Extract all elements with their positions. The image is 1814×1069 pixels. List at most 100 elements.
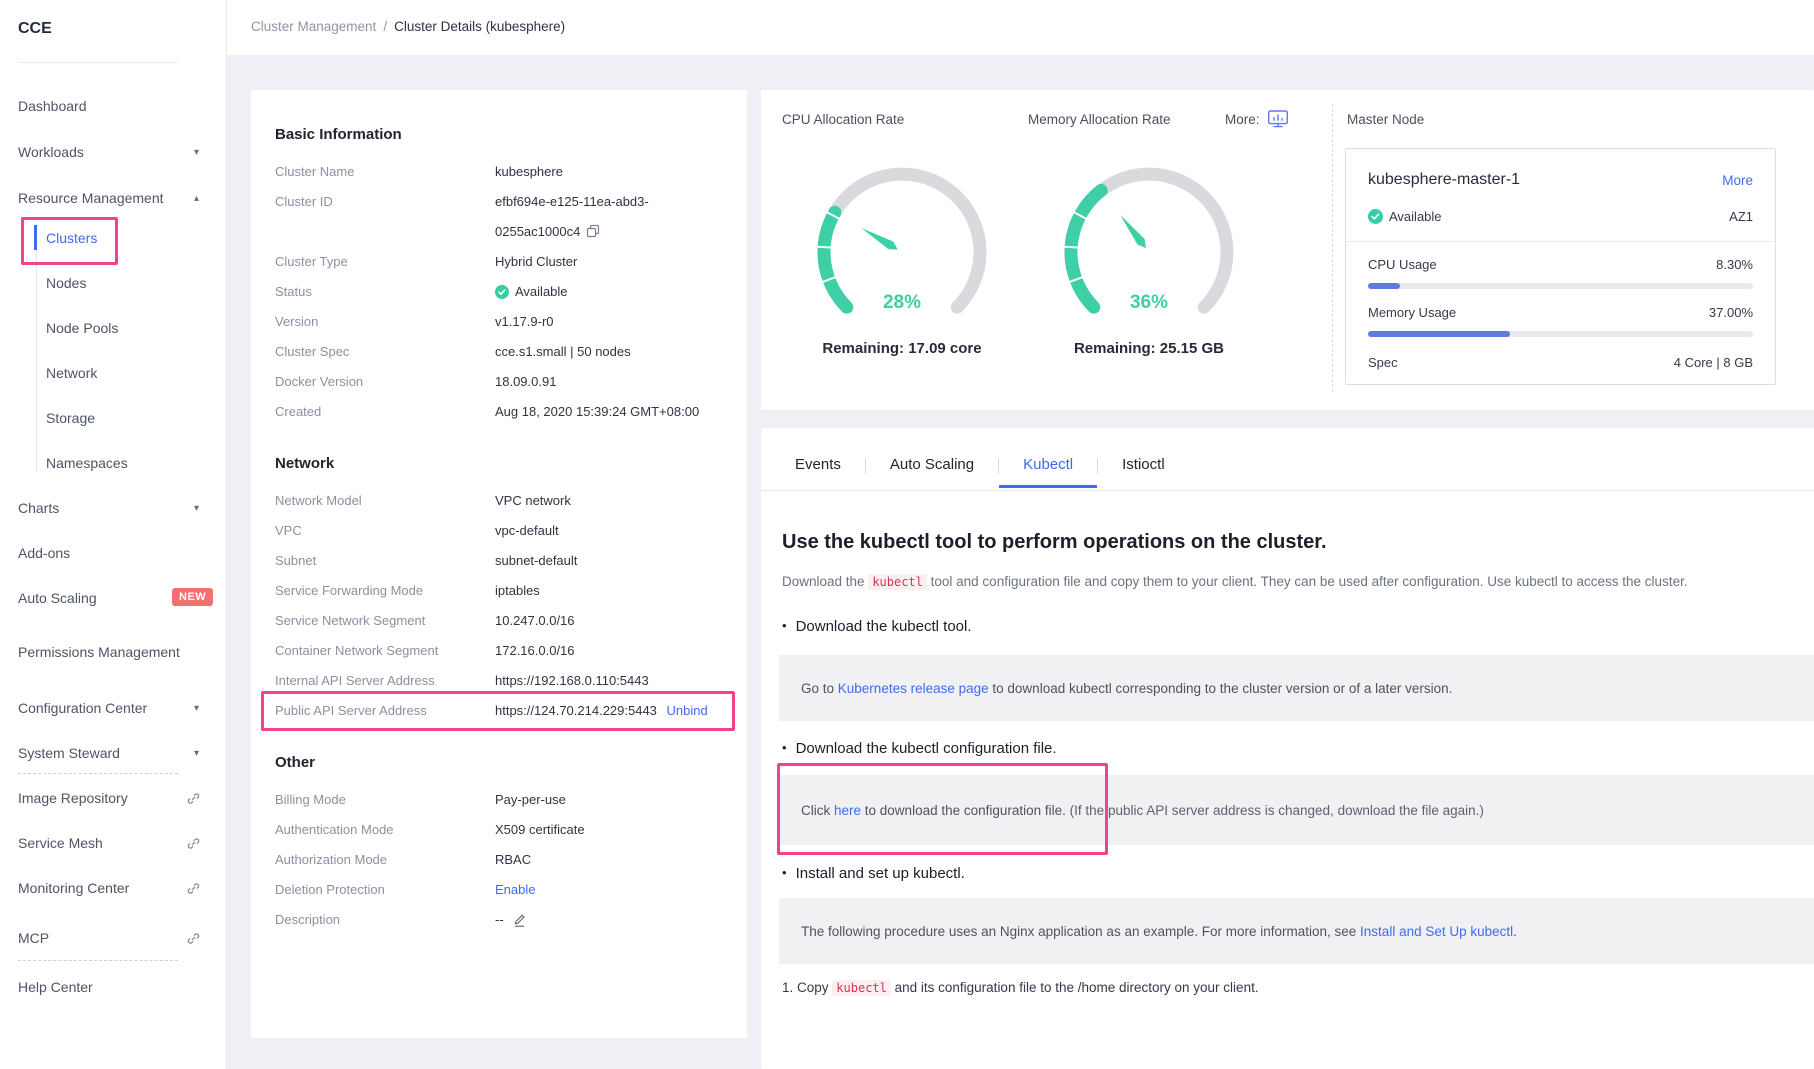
chevron-down-icon: ▾ [194, 748, 199, 759]
sidebar-item-charts[interactable]: Charts ▾ [18, 497, 209, 519]
cpu-remaining-label: Remaining: 17.09 core [792, 340, 1012, 357]
row-description: Description -- [275, 905, 723, 935]
row-deletion-protection: Deletion Protection Enable [275, 875, 723, 905]
memory-usage-row: Memory Usage 37.00% [1368, 305, 1753, 320]
row-service-forwarding-mode: Service Forwarding Mode iptables [275, 576, 723, 606]
download-config-here-link[interactable]: here [834, 803, 861, 818]
row-cluster-name: Cluster Name kubesphere [275, 157, 723, 187]
sidebar: CCE Dashboard Workloads ▾ Resource Manag… [0, 0, 227, 1069]
other-list: Billing Mode Pay-per-use Authentication … [275, 785, 723, 935]
external-link-icon [186, 836, 201, 851]
status-text: Available [515, 277, 568, 307]
sidebar-item-resource-management[interactable]: Resource Management ▴ [18, 187, 209, 209]
tab-auto-scaling[interactable]: Auto Scaling [866, 456, 998, 488]
chevron-down-icon: ▾ [194, 503, 199, 514]
master-node-status: Available [1389, 209, 1442, 224]
row-cluster-spec: Cluster Spec cce.s1.small | 50 nodes [275, 337, 723, 367]
sidebar-item-storage[interactable]: Storage [46, 407, 209, 429]
instruction-copy-kubectl: 1. Copy kubectl and its configuration fi… [782, 980, 1259, 995]
tab-kubectl[interactable]: Kubectl [999, 456, 1097, 488]
tab-istioctl[interactable]: Istioctl [1098, 456, 1189, 488]
row-authentication-mode: Authentication Mode X509 certificate [275, 815, 723, 845]
svg-text:36%: 36% [1130, 292, 1168, 313]
step-download-tool-box: Go to Kubernetes release page to downloa… [779, 655, 1814, 721]
row-billing-mode: Billing Mode Pay-per-use [275, 785, 723, 815]
sidebar-item-namespaces[interactable]: Namespaces [46, 452, 209, 474]
sidebar-item-permissions-management[interactable]: Permissions Management [18, 630, 209, 674]
row-internal-api-server-address: Internal API Server Address https://192.… [275, 666, 723, 696]
tab-events[interactable]: Events [795, 456, 865, 488]
monitor-chart-icon[interactable] [1267, 109, 1289, 129]
chevron-up-icon: ▴ [194, 193, 199, 204]
svg-text:28%: 28% [883, 292, 921, 313]
basic-information-list: Cluster Name kubesphere Cluster ID efbf6… [275, 157, 723, 427]
sidebar-item-mcp[interactable]: MCP [18, 927, 209, 949]
sidebar-item-network[interactable]: Network [46, 362, 209, 384]
sidebar-item-monitoring-center[interactable]: Monitoring Center [18, 877, 209, 899]
master-node-title: Master Node [1347, 112, 1424, 127]
master-node-more-link[interactable]: More [1722, 173, 1753, 188]
spec-value: 4 Core | 8 GB [1674, 355, 1753, 370]
chevron-down-icon: ▾ [194, 147, 199, 158]
sidebar-item-image-repository[interactable]: Image Repository [18, 787, 209, 809]
step-download-config-box: Click here to download the configuration… [779, 775, 1814, 845]
breadcrumb: Cluster Management/Cluster Details (kube… [251, 19, 565, 34]
monitoring-panel: CPU Allocation Rate Memory Allocation Ra… [761, 90, 1814, 410]
external-link-icon [186, 791, 201, 806]
active-item-indicator [34, 225, 37, 250]
sidebar-item-add-ons[interactable]: Add-ons [18, 542, 209, 564]
sidebar-item-dashboard[interactable]: Dashboard [18, 95, 209, 117]
other-title: Other [275, 754, 723, 771]
sidebar-item-workloads[interactable]: Workloads ▾ [18, 141, 209, 163]
new-badge: NEW [172, 588, 213, 606]
cpu-usage-bar [1368, 283, 1753, 289]
step-install-kubectl-box: The following procedure uses an Nginx ap… [779, 898, 1814, 964]
row-created: Created Aug 18, 2020 15:39:24 GMT+08:00 [275, 397, 723, 427]
enable-link[interactable]: Enable [495, 875, 535, 905]
sidebar-item-system-steward[interactable]: System Steward ▾ [18, 742, 209, 764]
row-subnet: Subnet subnet-default [275, 546, 723, 576]
install-and-setup-kubectl-link[interactable]: Install and Set Up kubectl [1360, 924, 1513, 939]
unbind-link[interactable]: Unbind [667, 703, 708, 718]
sidebar-item-clusters[interactable]: Clusters [46, 227, 209, 249]
row-status: Status Available [275, 277, 723, 307]
row-authorization-mode: Authorization Mode RBAC [275, 845, 723, 875]
memory-usage-value: 37.00% [1709, 305, 1753, 320]
network-list: Network Model VPC network VPC vpc-defaul… [275, 486, 723, 726]
master-node-divider [1346, 241, 1775, 242]
sidebar-item-service-mesh[interactable]: Service Mesh [18, 832, 209, 854]
external-link-icon [186, 881, 201, 896]
sidebar-item-configuration-center[interactable]: Configuration Center ▾ [18, 697, 209, 719]
tab-bar: Events Auto Scaling Kubectl Istioctl [795, 456, 1189, 488]
edit-icon[interactable] [512, 912, 527, 927]
cpu-allocation-rate-title: CPU Allocation Rate [782, 112, 904, 127]
cpu-usage-value: 8.30% [1716, 257, 1753, 272]
external-link-icon [186, 931, 201, 946]
monitor-more: More: [1225, 109, 1289, 129]
vertical-dashed-divider [1332, 104, 1333, 392]
status-available-icon [495, 285, 509, 299]
memory-allocation-gauge: 36% [1054, 160, 1244, 320]
row-version: Version v1.17.9-r0 [275, 307, 723, 337]
tab-bar-divider [761, 490, 1814, 491]
sidebar-item-help-center[interactable]: Help Center [18, 976, 209, 998]
kubectl-code: kubectl [832, 980, 891, 996]
status-available-icon [1368, 209, 1383, 224]
memory-usage-bar-fill [1368, 331, 1510, 337]
sidebar-item-node-pools[interactable]: Node Pools [46, 317, 209, 339]
breadcrumb-bar: Cluster Management/Cluster Details (kube… [227, 0, 1814, 55]
row-network-model: Network Model VPC network [275, 486, 723, 516]
kubernetes-release-page-link[interactable]: Kubernetes release page [838, 681, 989, 696]
master-node-card: kubesphere-master-1 More Available AZ1 C… [1345, 148, 1776, 385]
chevron-down-icon: ▾ [194, 703, 199, 714]
row-cluster-type: Cluster Type Hybrid Cluster [275, 247, 723, 277]
step-download-tool: Download the kubectl tool. [782, 618, 972, 635]
cpu-allocation-gauge: 28% [807, 160, 997, 320]
spec-row: Spec 4 Core | 8 GB [1368, 355, 1753, 370]
copy-icon[interactable] [586, 224, 600, 238]
step-download-config: Download the kubectl configuration file. [782, 740, 1057, 757]
master-node-az: AZ1 [1729, 209, 1753, 224]
breadcrumb-parent[interactable]: Cluster Management [251, 19, 376, 34]
sidebar-item-nodes[interactable]: Nodes [46, 272, 209, 294]
memory-remaining-label: Remaining: 25.15 GB [1039, 340, 1259, 357]
